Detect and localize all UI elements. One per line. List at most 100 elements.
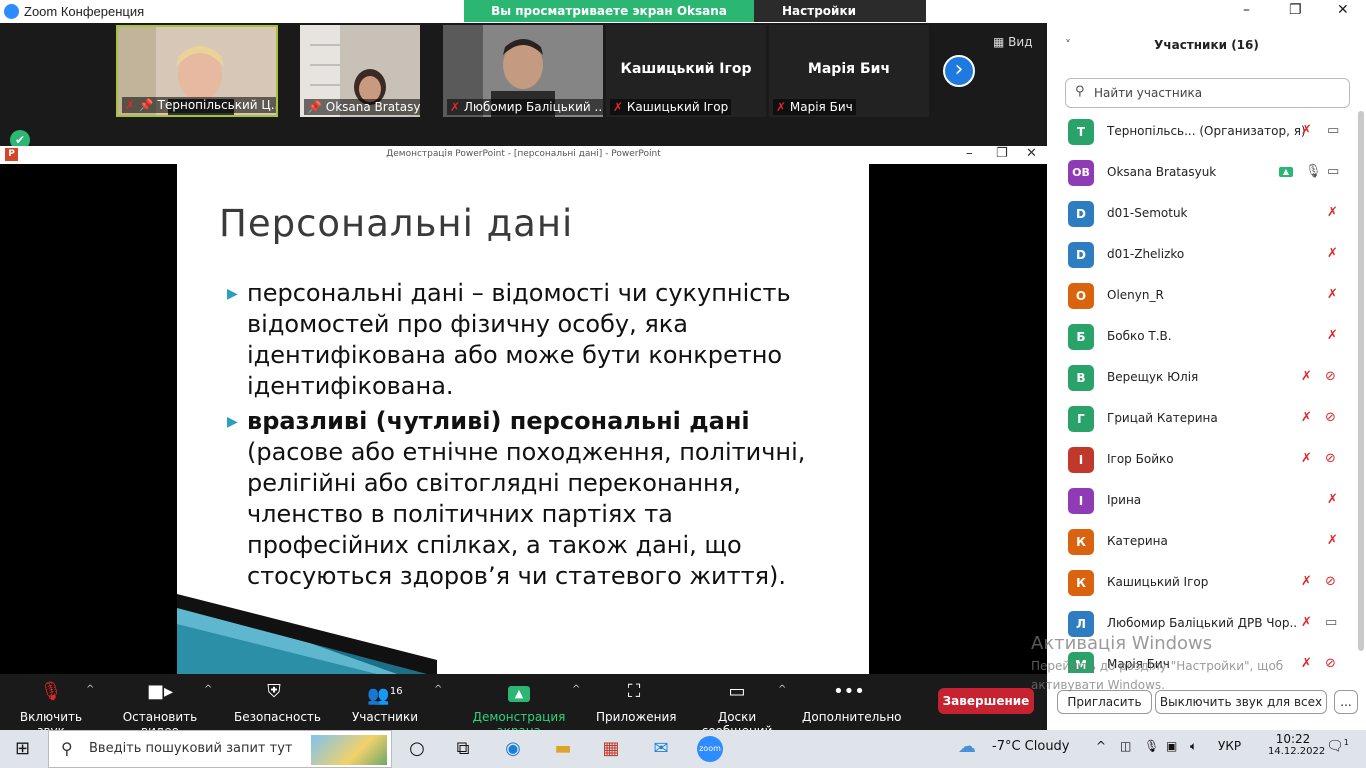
windows-start-icon[interactable]: ⊞	[15, 738, 30, 759]
view-label: Вид	[1008, 35, 1033, 49]
bullet-item: ▶ вразливі (чутливі) персональні дані (р…	[227, 407, 806, 590]
video-tile[interactable]: ✗ 📌 Тернопільський Ц...	[116, 25, 278, 117]
participant-list: Т Тернопільсь... (Организатор, я) ✗ ▭ OB…	[1047, 111, 1357, 673]
weather-cloud-icon[interactable]: ☁	[958, 736, 976, 757]
apps-button[interactable]: ⛶ Приложения	[596, 682, 677, 725]
avatar: К	[1068, 529, 1094, 555]
video-tile[interactable]: 📌 Oksana Bratasyuk	[300, 25, 420, 117]
mic-muted-icon: ✗	[1301, 123, 1312, 138]
weather-text[interactable]: -7°C Cloudy	[992, 739, 1070, 754]
video-off-icon: ⊘	[1325, 574, 1336, 589]
video-off-icon: ⊘	[1325, 410, 1336, 425]
participant-name: Ірина	[1107, 493, 1142, 507]
mic-muted-icon: ✗	[1327, 492, 1338, 507]
avatar: В	[1068, 365, 1094, 391]
time: 10:22	[1275, 732, 1311, 746]
video-tile[interactable]: ✗ Любомир Баліцький ...	[443, 25, 603, 117]
zoom-app-icon[interactable]: zoom	[697, 736, 723, 762]
chevron-up-icon[interactable]: ^	[434, 684, 442, 695]
participant-name: Бобко Т.В.	[1107, 329, 1172, 343]
video-camera-icon: ■▸	[146, 681, 174, 702]
edge-icon[interactable]: ◉	[500, 736, 526, 762]
participant-name: Любомир Баліцький ДРВ Чор...	[1107, 616, 1297, 630]
participant-row[interactable]: D d01-Zhelizko ✗	[1047, 234, 1357, 275]
participant-row[interactable]: O Olenyn_R ✗	[1047, 275, 1357, 316]
security-button[interactable]: ⛨ Безопасность	[234, 681, 321, 725]
clock[interactable]: 10:22 14.12.2022	[1268, 732, 1325, 757]
meeting-toolbar: 🎙︎ Включить звук ^ ■▸ Остановить видео ^…	[0, 674, 1047, 738]
participant-row[interactable]: Б Бобко Т.В. ✗	[1047, 316, 1357, 357]
participant-name: Катерина	[1107, 534, 1168, 548]
more-options-button[interactable]: ...	[1334, 690, 1358, 714]
avatar: Б	[1068, 324, 1094, 350]
mic-muted-icon: ✗	[1301, 615, 1312, 630]
mic-muted-icon: ✗	[1301, 410, 1312, 425]
mic-icon[interactable]: 🎙︎	[1144, 739, 1159, 753]
volume-icon[interactable]: 🔈︎	[1190, 739, 1197, 754]
mic-muted-icon: 🎙︎	[39, 681, 63, 702]
chevron-up-icon[interactable]: ^	[204, 684, 212, 695]
next-page-button[interactable]: ›	[943, 55, 975, 87]
tile-name: ✗ Марія Бич	[773, 99, 856, 115]
tile-name: 📌 Oksana Bratasyuk	[304, 99, 420, 115]
participant-row[interactable]: D d01-Semotuk ✗	[1047, 193, 1357, 234]
video-camera-icon: ▭	[1327, 164, 1340, 179]
video-tile[interactable]: Кашицький Ігор ✗ Кашицький Ігор	[606, 25, 766, 117]
cortana-icon[interactable]: ○	[404, 736, 430, 762]
participant-list-scrollbar[interactable]	[1358, 111, 1364, 651]
network-icon[interactable]: ▣	[1166, 739, 1177, 753]
mic-muted-icon: ✗	[1301, 369, 1312, 384]
minimize-icon[interactable]: –	[966, 146, 973, 161]
restore-icon[interactable]: ❐	[996, 146, 1008, 161]
participant-search-input[interactable]: Найти участника	[1065, 78, 1350, 108]
participant-row[interactable]: Г Грицай Катерина ✗ ⊘	[1047, 398, 1357, 439]
grid-icon: ▦	[993, 35, 1005, 49]
tile-name: ✗ Любомир Баліцький ...	[447, 99, 603, 115]
notification-center-icon[interactable]: 🗨︎1	[1326, 738, 1349, 755]
video-camera-icon: ▭	[1325, 615, 1338, 630]
video-tile[interactable]: Марія Бич ✗ Марія Бич	[769, 25, 929, 117]
mic-muted-icon: ✗	[450, 100, 461, 114]
slide-heading: Персональні дані	[219, 202, 574, 245]
participant-row[interactable]: К Кашицький Ігор ✗ ⊘	[1047, 562, 1357, 603]
shield-icon: ⛨	[267, 681, 281, 702]
view-options-button[interactable]: Настройки просмотра ˅	[754, 0, 926, 40]
restore-icon[interactable]: ❐	[1289, 2, 1302, 18]
task-view-icon[interactable]: ⧉	[450, 736, 476, 762]
participant-row[interactable]: І Ігор Бойко ✗ ⊘	[1047, 439, 1357, 480]
participant-row[interactable]: К Катерина ✗	[1047, 521, 1357, 562]
chevron-up-icon[interactable]: ^	[86, 684, 94, 695]
share-screen-icon: ▲	[456, 682, 582, 702]
file-explorer-icon[interactable]: ▬	[550, 736, 576, 762]
store-icon[interactable]: ▦	[598, 736, 624, 762]
end-meeting-button[interactable]: Завершение	[938, 688, 1034, 714]
webcam-icon[interactable]: ◫	[1120, 739, 1131, 753]
chevron-up-icon[interactable]: ^	[572, 684, 580, 695]
view-button[interactable]: ▦ Вид	[993, 35, 1033, 49]
avatar: D	[1068, 242, 1094, 268]
participant-row[interactable]: OB Oksana Bratasyuk ▲ 🎙︎ ▭	[1047, 152, 1357, 193]
close-icon[interactable]: ✕	[1026, 146, 1037, 161]
mic-muted-icon: ✗	[1327, 246, 1338, 261]
participant-row[interactable]: Т Тернопільсь... (Организатор, я) ✗ ▭	[1047, 111, 1357, 152]
video-camera-icon: ▭	[1327, 123, 1340, 138]
bullet-arrow-icon: ▶	[227, 286, 238, 302]
bullet-arrow-icon: ▶	[227, 414, 238, 430]
close-icon[interactable]: ✕	[1337, 2, 1349, 18]
minimize-icon[interactable]: –	[1243, 2, 1250, 18]
language-indicator[interactable]: УКР	[1218, 739, 1241, 753]
avatar: OB	[1068, 160, 1094, 186]
chevron-up-icon[interactable]: ^	[1096, 739, 1106, 753]
participants-button[interactable]: 👥16 Участники ^	[350, 682, 442, 724]
shared-screen: Персональні дані ▶ персональні дані – від…	[0, 164, 1047, 674]
mail-icon[interactable]: ✉	[648, 736, 674, 762]
taskbar-search-input[interactable]: ⚲ Введіть пошуковий запит тут	[48, 730, 392, 768]
zoom-logo-icon	[4, 4, 19, 19]
video-off-icon: ⊘	[1325, 656, 1336, 671]
slide-bullets: ▶ персональні дані – відомості чи сукупні…	[225, 278, 825, 596]
chevron-up-icon[interactable]: ^	[778, 684, 786, 695]
sharing-icon: ▲	[1279, 167, 1293, 177]
more-button[interactable]: ••• Дополнительно	[802, 682, 902, 725]
participant-row[interactable]: В Верещук Юлія ✗ ⊘	[1047, 357, 1357, 398]
participant-row[interactable]: І Ірина ✗	[1047, 480, 1357, 521]
